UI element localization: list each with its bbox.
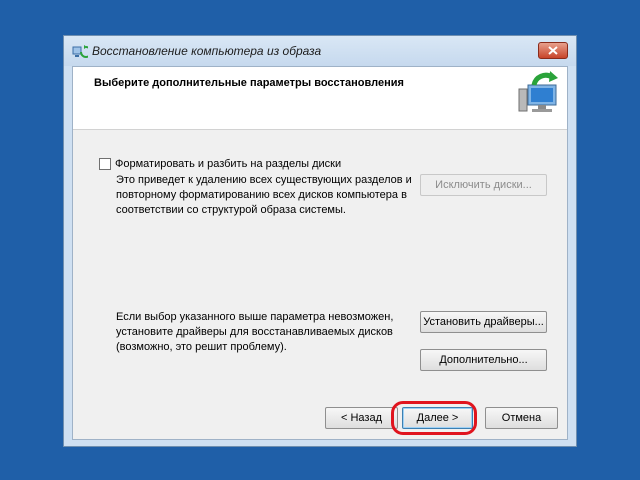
install-drivers-button[interactable]: Установить драйверы... — [420, 311, 547, 333]
drivers-note: Если выбор указанного выше параметра нев… — [116, 311, 394, 353]
exclude-disks-button[interactable]: Исключить диски... — [420, 174, 547, 196]
cancel-button[interactable]: Отмена — [485, 407, 558, 429]
format-disks-option[interactable]: Форматировать и разбить на разделы диски — [99, 158, 341, 170]
close-button[interactable] — [538, 42, 568, 59]
title-bar[interactable]: Восстановление компьютера из образа — [64, 36, 576, 66]
restore-app-icon — [72, 45, 88, 58]
wizard-header: Выберите дополнительные параметры восста… — [73, 67, 567, 130]
dialog-content: Выберите дополнительные параметры восста… — [72, 66, 568, 440]
page-title: Выберите дополнительные параметры восста… — [94, 77, 404, 89]
restore-computer-icon — [518, 71, 558, 112]
restore-dialog: Восстановление компьютера из образа Выбе… — [63, 35, 577, 447]
window-title: Восстановление компьютера из образа — [92, 44, 322, 58]
back-button[interactable]: < Назад — [325, 407, 398, 429]
close-icon — [548, 46, 558, 55]
format-disks-description: Это приведет к удалению всех существующи… — [116, 174, 412, 216]
next-button-highlight — [391, 401, 477, 435]
advanced-button[interactable]: Дополнительно... — [420, 349, 547, 371]
format-disks-checkbox[interactable] — [99, 158, 111, 170]
format-disks-label: Форматировать и разбить на разделы диски — [115, 158, 342, 170]
